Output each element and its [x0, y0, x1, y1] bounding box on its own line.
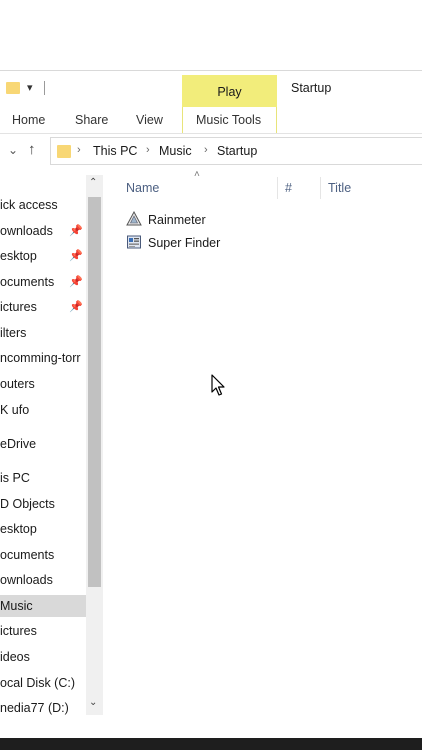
- breadcrumb-music[interactable]: Music: [159, 144, 192, 158]
- pin-icon: 📌: [69, 301, 83, 313]
- pin-icon: 📌: [69, 276, 83, 288]
- file-name: Rainmeter: [148, 213, 206, 227]
- tab-home[interactable]: Home: [12, 113, 45, 127]
- nav-item-documents[interactable]: ocuments: [0, 544, 86, 566]
- column-header-title[interactable]: Title: [328, 181, 351, 195]
- nav-item-quick-access[interactable]: ick access: [0, 194, 86, 216]
- pin-icon: 📌: [69, 225, 83, 237]
- nav-item-downloads-pinned[interactable]: ownloads 📌: [0, 220, 86, 242]
- column-divider[interactable]: [320, 177, 321, 199]
- file-row-super-finder[interactable]: Super Finder: [126, 232, 386, 254]
- nav-item-3d-objects[interactable]: D Objects: [0, 493, 86, 515]
- quick-access-separator: [44, 81, 45, 95]
- scroll-up-icon[interactable]: ⌃: [89, 177, 97, 188]
- title-bar: ▾ Play Startup: [0, 71, 422, 107]
- nav-item-routers[interactable]: outers: [0, 373, 86, 395]
- nav-item-media77-d[interactable]: nedia77 (D:): [0, 697, 86, 715]
- nav-item-onedrive[interactable]: eDrive: [0, 433, 86, 455]
- nav-item-music[interactable]: Music: [0, 595, 86, 617]
- scroll-down-icon[interactable]: ⌄: [89, 697, 97, 708]
- nav-item-filters[interactable]: ilters: [0, 322, 86, 344]
- nav-item-documents-pinned[interactable]: ocuments 📌: [0, 271, 86, 293]
- nav-item-desktop-pinned[interactable]: esktop 📌: [0, 245, 86, 267]
- quick-access-dropdown-icon[interactable]: ▾: [27, 81, 33, 94]
- file-explorer-window: ▾ Play Startup Home Share View Music Too…: [0, 70, 422, 739]
- nav-item-this-pc[interactable]: is PC: [0, 467, 86, 489]
- taskbar: [0, 738, 422, 750]
- recent-locations-chevron-icon[interactable]: ⌄: [8, 143, 18, 157]
- chevron-right-icon[interactable]: ›: [77, 144, 81, 156]
- folder-icon[interactable]: [6, 82, 20, 94]
- pin-icon: 📌: [69, 250, 83, 262]
- scroll-thumb[interactable]: [88, 197, 101, 587]
- breadcrumb-startup[interactable]: Startup: [217, 144, 257, 158]
- breadcrumb-this-pc[interactable]: This PC: [93, 144, 137, 158]
- app-shortcut-icon: [127, 235, 141, 249]
- tab-view[interactable]: View: [136, 113, 163, 127]
- column-header-name[interactable]: Name: [126, 181, 159, 195]
- chevron-right-icon[interactable]: ›: [204, 144, 208, 156]
- window-title: Startup: [291, 81, 332, 95]
- folder-icon: [57, 145, 71, 158]
- nav-item-videos[interactable]: ideos: [0, 646, 86, 668]
- nav-item-incomming-torrents[interactable]: ncomming-torr: [0, 347, 86, 369]
- nav-item-downloads[interactable]: ownloads: [0, 569, 86, 591]
- nav-item-pictures[interactable]: ictures: [0, 620, 86, 642]
- play-context-tab-label: Play: [217, 85, 242, 99]
- tab-music-tools[interactable]: Music Tools: [196, 113, 261, 127]
- column-header-number[interactable]: #: [285, 181, 292, 195]
- address-bar[interactable]: › This PC › Music › Startup: [50, 137, 422, 165]
- nav-item-uk-ufo[interactable]: K ufo: [0, 399, 86, 421]
- navigation-pane: ick access ownloads 📌 esktop 📌 ocuments 📌 i…: [0, 175, 104, 715]
- chevron-right-icon[interactable]: ›: [146, 144, 150, 156]
- file-list: ˄ Name # Title Rainmeter Super Finder: [104, 167, 422, 727]
- column-divider[interactable]: [277, 177, 278, 199]
- nav-item-desktop[interactable]: esktop: [0, 518, 86, 540]
- file-name: Super Finder: [148, 236, 221, 250]
- address-row: ⌄ ↑ › This PC › Music › Startup: [0, 137, 422, 167]
- up-arrow-icon[interactable]: ↑: [28, 141, 36, 158]
- rainmeter-shortcut-icon: [126, 211, 142, 226]
- mouse-cursor-icon: [211, 374, 225, 396]
- file-row-rainmeter[interactable]: Rainmeter: [126, 209, 386, 231]
- tab-share[interactable]: Share: [75, 113, 108, 127]
- sort-ascending-icon: ˄: [194, 169, 200, 180]
- nav-item-local-disk-c[interactable]: ocal Disk (C:): [0, 672, 86, 694]
- nav-scrollbar[interactable]: ⌃ ⌄: [86, 175, 103, 715]
- nav-item-pictures-pinned[interactable]: ictures 📌: [0, 296, 86, 318]
- play-context-tab[interactable]: Play: [182, 75, 277, 107]
- ribbon-tabs: Home Share View Music Tools: [0, 107, 422, 134]
